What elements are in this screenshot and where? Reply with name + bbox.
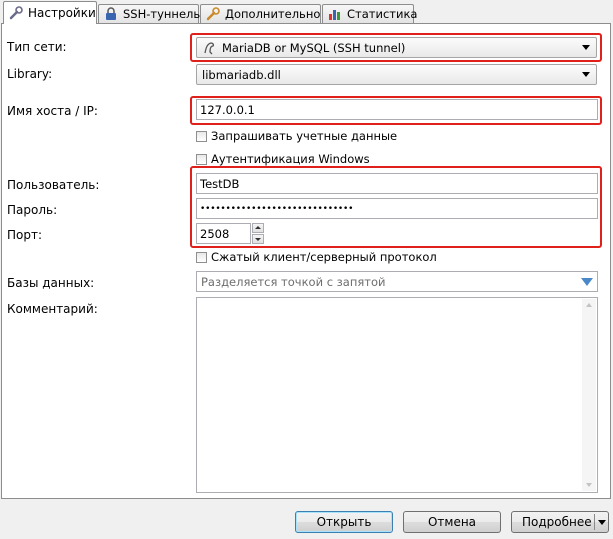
network-type-select[interactable]: MariaDB or MySQL (SSH tunnel) [196,37,597,58]
cancel-button[interactable]: Отмена [403,511,501,533]
tab-ssh-tunnel-label: SSH-туннель [123,7,201,21]
user-input[interactable]: TestDB [196,173,598,194]
password-input[interactable]: •••••••••••••••••••••••••••••• [196,198,598,219]
tab-settings[interactable]: Настройки [3,1,97,24]
comment-scrollbar[interactable] [582,299,596,491]
tab-ssh-tunnel[interactable]: SSH-туннель [98,4,201,23]
user-label: Пользователь: [7,178,100,192]
ask-credentials-checkbox[interactable]: Запрашивать учетные данные [196,129,397,143]
more-button[interactable]: Подробнее [511,511,609,533]
windows-auth-label: Аутентификация Windows [211,152,370,166]
comment-textarea[interactable] [196,297,598,493]
databases-placeholder: Разделяется точкой с запятой [201,274,386,289]
compressed-protocol-checkbox[interactable]: Сжатый клиент/серверный протокол [196,250,437,264]
databases-input[interactable]: Разделяется точкой с запятой [196,271,598,292]
scroll-up-icon[interactable] [586,303,592,307]
port-input[interactable]: 2508 [196,223,251,244]
compressed-protocol-label: Сжатый клиент/серверный протокол [211,250,437,264]
library-label: Library: [7,67,53,81]
dropdown-triangle-icon[interactable] [581,278,593,286]
wrench-icon [205,6,221,22]
databases-label: Базы данных: [7,276,95,290]
host-value: 127.0.0.1 [200,102,255,117]
open-button-label: Открыть [316,515,372,529]
network-type-value: MariaDB or MySQL (SSH tunnel) [222,40,406,55]
checkbox-box[interactable] [196,251,207,263]
scroll-down-icon[interactable] [586,483,592,487]
checkbox-box[interactable] [196,130,207,142]
password-label: Пароль: [7,203,58,217]
cancel-button-label: Отмена [427,515,477,529]
host-input[interactable]: 127.0.0.1 [196,99,598,120]
chevron-down-icon [582,72,590,77]
network-type-label: Тип сети: [7,40,67,54]
windows-auth-checkbox[interactable]: Аутентификация Windows [196,152,370,166]
ask-credentials-label: Запрашивать учетные данные [211,129,398,143]
port-value: 2508 [200,226,230,241]
bar-chart-icon [327,6,343,22]
library-select[interactable]: libmariadb.dll [196,64,597,85]
checkbox-box[interactable] [196,153,207,165]
open-button[interactable]: Открыть [295,511,393,533]
dolphin-icon [202,40,218,56]
tab-bar: Настройки SSH-туннель Дополнительно Стат… [0,0,613,24]
password-value: •••••••••••••••••••••••••••••• [200,203,354,214]
library-value: libmariadb.dll [202,67,281,82]
tab-advanced[interactable]: Дополнительно [200,4,321,23]
more-button-label: Подробнее [522,515,592,529]
tab-advanced-label: Дополнительно [225,7,321,21]
split-divider [594,514,595,530]
tab-statistics-label: Статистика [347,7,418,21]
port-decrement-button[interactable] [252,234,264,244]
tab-settings-label: Настройки [28,6,96,20]
wrench-icon [8,5,24,21]
chevron-down-icon [582,45,590,50]
chevron-down-icon[interactable] [598,520,606,525]
comment-label: Комментарий: [7,302,98,316]
user-value: TestDB [200,176,240,191]
host-label: Имя хоста / IP: [7,104,98,118]
tab-statistics[interactable]: Статистика [322,4,418,23]
lock-icon [103,6,119,22]
port-label: Порт: [7,228,43,242]
port-increment-button[interactable] [252,223,264,233]
